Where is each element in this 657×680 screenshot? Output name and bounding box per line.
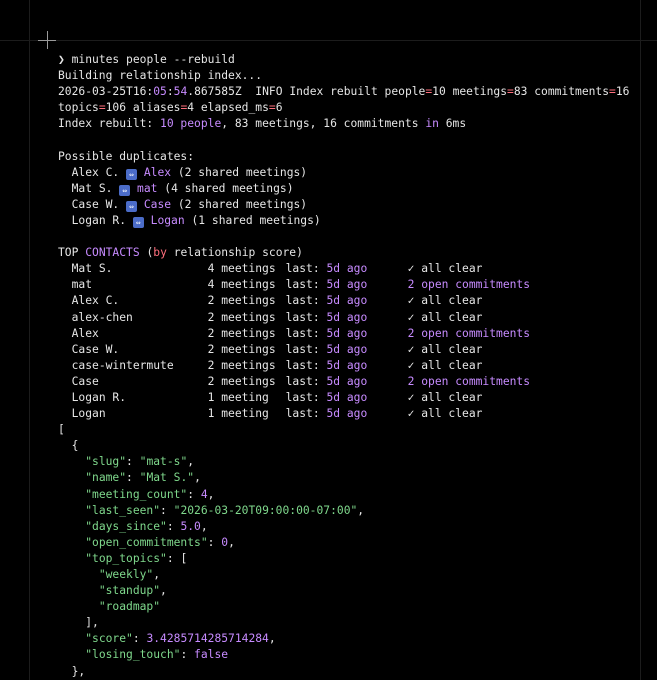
- contact-row[interactable]: Alex 2 meetings last: 5d ago 2 open commitm…: [58, 326, 657, 342]
- contacts-table: Mat S. 4 meetings last: 5d ago ✓ all clear …: [58, 261, 657, 422]
- terminal-output[interactable]: ❯ minutes people --rebuild Building rela…: [58, 52, 657, 680]
- swap-icon: ⇔: [119, 184, 131, 196]
- duplicate-item: Mat S. ⇔ mat (4 shared meetings): [71, 181, 294, 196]
- json-close-brace: },: [71, 664, 86, 678]
- meeting-count: 2 meetings: [207, 310, 276, 324]
- commitment-status: 2 open commitments: [407, 374, 531, 388]
- json-name: "name": "Mat S.",: [85, 471, 201, 485]
- duplicate-item: Alex C. ⇔ Alex (2 shared meetings): [71, 165, 308, 180]
- terminal-window: ❯ minutes people --rebuild Building rela…: [0, 0, 657, 680]
- contact-row[interactable]: Case 2 meetings last: 5d ago 2 open commitm…: [58, 374, 657, 390]
- log-line-cont: topics=106 aliases=4 elapsed_ms=6: [58, 101, 283, 115]
- json-top-topics: "top_topics": [: [85, 551, 188, 565]
- last-seen: last: 5d ago: [285, 294, 368, 308]
- json-topics-close: ],: [85, 616, 99, 630]
- contact-name: Mat S.: [71, 262, 113, 276]
- last-seen: last: 5d ago: [285, 342, 368, 356]
- json-topic-item: "weekly",: [98, 568, 161, 581]
- contact-name: alex-chen: [71, 310, 133, 324]
- meeting-count: 1 meeting: [207, 407, 269, 421]
- json-meeting-count: "meeting_count": 4,: [85, 487, 215, 501]
- json-topic-item: "roadmap": [98, 600, 161, 614]
- commitment-status: ✓ all clear: [407, 262, 483, 276]
- last-seen: last: 5d ago: [285, 407, 368, 421]
- commitment-status: 2 open commitments: [407, 278, 531, 292]
- swap-icon: ⇔: [126, 200, 138, 212]
- contact-row[interactable]: Logan R. 1 meeting last: 5d ago ✓ all clear: [58, 390, 657, 406]
- grid-line: [0, 40, 657, 41]
- meeting-count: 4 meetings: [207, 262, 276, 276]
- contact-name: Case: [71, 374, 99, 388]
- contacts-title: TOP CONTACTS (by relationship score): [58, 246, 303, 260]
- contact-name: case-wintermute: [71, 358, 174, 372]
- last-seen: last: 5d ago: [285, 278, 368, 292]
- command-line: ❯ minutes people --rebuild: [58, 52, 657, 68]
- meeting-count: 2 meetings: [207, 374, 276, 388]
- contact-name: Logan R.: [71, 390, 127, 404]
- contact-row[interactable]: mat 4 meetings last: 5d ago 2 open commitme…: [58, 277, 657, 293]
- commitment-status: ✓ all clear: [407, 310, 483, 324]
- last-seen: last: 5d ago: [285, 326, 368, 340]
- contact-row[interactable]: Alex C. 2 meetings last: 5d ago ✓ all clear: [58, 293, 657, 309]
- meeting-count: 2 meetings: [207, 342, 276, 356]
- meeting-count: 2 meetings: [207, 326, 276, 340]
- json-slug: "slug": "mat-s",: [85, 455, 195, 469]
- contact-row[interactable]: case-wintermute 2 meetings last: 5d ago ✓ a…: [58, 358, 657, 374]
- commitment-status: ✓ all clear: [407, 390, 483, 404]
- contact-name: Case W.: [71, 342, 120, 356]
- meeting-count: 2 meetings: [207, 358, 276, 372]
- last-seen: last: 5d ago: [285, 310, 368, 324]
- json-losing-touch: "losing_touch": false: [85, 648, 229, 662]
- last-seen: last: 5d ago: [285, 390, 368, 404]
- contact-row[interactable]: Logan 1 meeting last: 5d ago ✓ all clear: [58, 406, 657, 422]
- duplicates-title: Possible duplicates:: [58, 149, 195, 163]
- json-open-commitments: "open_commitments": 0,: [85, 535, 235, 549]
- contact-row[interactable]: alex-chen 2 meetings last: 5d ago ✓ all cle…: [58, 310, 657, 326]
- contact-row[interactable]: Case W. 2 meetings last: 5d ago ✓ all clear: [58, 342, 657, 358]
- commitment-status: ✓ all clear: [407, 342, 483, 356]
- meeting-count: 2 meetings: [207, 294, 276, 308]
- status-line: Building relationship index...: [58, 69, 263, 83]
- commitment-status: ✓ all clear: [407, 294, 483, 308]
- contact-name: mat: [71, 278, 93, 292]
- swap-icon: ⇔: [126, 168, 138, 180]
- last-seen: last: 5d ago: [285, 358, 368, 372]
- json-last-seen: "last_seen": "2026-03-20T09:00:00-07:00"…: [85, 503, 365, 517]
- summary-line: Index rebuilt: 10 people, 83 meetings, 1…: [58, 117, 467, 131]
- json-open: [: [58, 423, 65, 437]
- grid-line: [29, 0, 30, 680]
- crosshair-icon: [47, 31, 48, 49]
- swap-icon: ⇔: [132, 216, 144, 228]
- duplicates-list: Alex C. ⇔ Alex (2 shared meetings) Mat S…: [58, 165, 657, 229]
- duplicate-item: Logan R. ⇔ Logan (1 shared meetings): [71, 213, 321, 228]
- commitment-status: ✓ all clear: [407, 358, 483, 372]
- duplicate-item: Case W. ⇔ Case (2 shared meetings): [71, 197, 308, 212]
- last-seen: last: 5d ago: [285, 262, 368, 276]
- contact-name: Logan: [71, 407, 106, 421]
- meeting-count: 1 meeting: [207, 390, 269, 404]
- command-text: minutes people --rebuild: [71, 53, 235, 66]
- contact-name: Alex: [71, 326, 99, 340]
- log-line: 2026-03-25T16:05:54.867585Z INFO Index r…: [58, 85, 630, 99]
- contact-name: Alex C.: [71, 294, 120, 308]
- commitment-status: ✓ all clear: [407, 407, 483, 421]
- meeting-count: 4 meetings: [207, 278, 276, 292]
- commitment-status: 2 open commitments: [407, 326, 531, 340]
- json-topic-list: "weekly", "standup", "roadmap": [58, 567, 657, 615]
- json-brace: {: [71, 439, 79, 453]
- json-days-since: "days_since": 5.0,: [85, 519, 208, 533]
- prompt-icon: ❯: [58, 53, 65, 66]
- json-topic-item: "standup",: [98, 584, 167, 598]
- contact-row[interactable]: Mat S. 4 meetings last: 5d ago ✓ all clear: [58, 261, 657, 277]
- last-seen: last: 5d ago: [285, 374, 368, 388]
- json-score: "score": 3.4285714285714284,: [85, 632, 276, 646]
